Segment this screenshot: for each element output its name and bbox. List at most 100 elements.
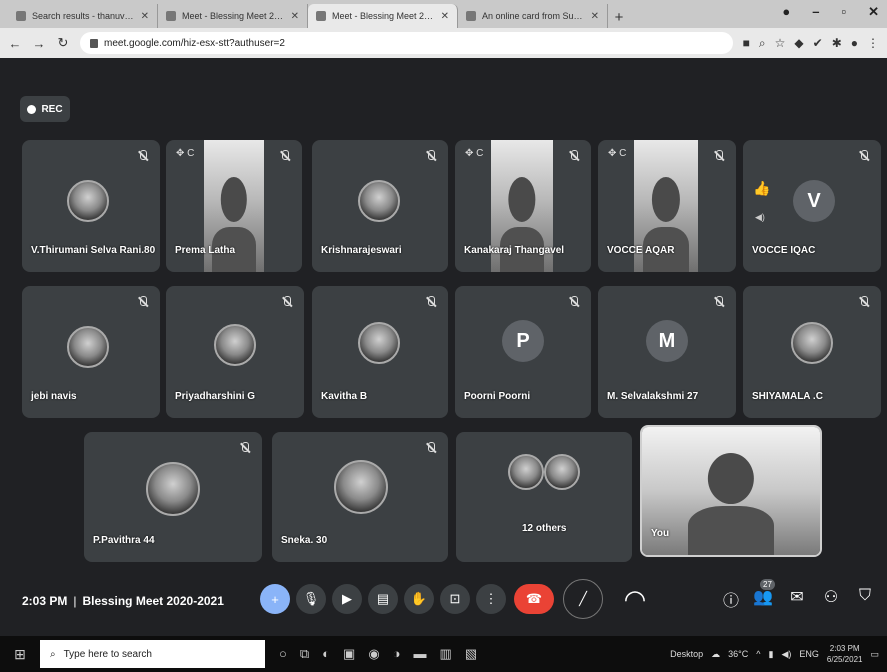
- close-icon[interactable]: ✕: [141, 11, 149, 22]
- avatar: [67, 180, 109, 222]
- participant-tile[interactable]: ✥ C Kanakaraj Thangavel: [455, 140, 591, 272]
- bookmark-icon[interactable]: ☆: [775, 36, 786, 51]
- participant-tile[interactable]: Sneka. 30: [272, 432, 448, 562]
- muted-mic-icon: [857, 295, 871, 309]
- muted-mic-icon: [424, 295, 438, 309]
- chevron-up-icon[interactable]: ^: [756, 649, 760, 659]
- add-button[interactable]: +: [260, 584, 290, 614]
- windows-start-icon[interactable]: ⊞: [0, 646, 40, 663]
- close-icon[interactable]: ✕: [291, 11, 299, 22]
- browser-tab[interactable]: Search results - thanuvathi daly ✕: [8, 4, 158, 28]
- minimize-button[interactable]: –: [812, 4, 819, 20]
- raise-hand-button[interactable]: ✋: [404, 584, 434, 614]
- browser-tab-active[interactable]: Meet - Blessing Meet 2020- ✕: [308, 4, 458, 28]
- participant-tile[interactable]: Krishnarajeswari: [312, 140, 448, 272]
- file-explorer-icon[interactable]: ▬: [414, 646, 427, 662]
- present-button[interactable]: ⊡: [440, 584, 470, 614]
- language-indicator[interactable]: ENG: [799, 649, 819, 659]
- shield-icon[interactable]: ◆: [794, 36, 803, 51]
- temperature[interactable]: 36°C: [728, 649, 748, 659]
- close-window-button[interactable]: ✕: [868, 4, 879, 20]
- activities-icon[interactable]: ⚇: [820, 587, 842, 607]
- effects-button[interactable]: ╱: [563, 579, 603, 619]
- avatar: M: [646, 320, 688, 362]
- app-icon[interactable]: ◑: [393, 646, 401, 662]
- tab-title: Meet - Blessing Meet 2020-: [332, 11, 435, 21]
- participant-name: Kavitha B: [321, 391, 368, 402]
- notification-icon[interactable]: ▭: [870, 649, 879, 660]
- desktop-label[interactable]: Desktop: [670, 649, 703, 659]
- participant-name: Kanakaraj Thangavel: [464, 245, 565, 256]
- participant-name: V.Thirumani Selva Rani.80: [31, 245, 156, 256]
- pin-icon[interactable]: ✥ C: [608, 148, 626, 159]
- url-field[interactable]: meet.google.com/hiz-esx-stt?authuser=2: [80, 32, 733, 54]
- app-icon[interactable]: ▧: [465, 646, 477, 662]
- tab-title: Search results - thanuvathi daly: [32, 11, 135, 21]
- chrome-icon[interactable]: ◉: [368, 646, 379, 662]
- zoom-icon[interactable]: ⌕: [759, 36, 766, 51]
- battery-icon[interactable]: ▮: [769, 649, 774, 660]
- participant-tile[interactable]: M M. Selvalakshmi 27: [598, 286, 736, 418]
- leave-call-button[interactable]: ☎: [514, 584, 554, 614]
- search-placeholder: Type here to search: [63, 648, 152, 660]
- muted-mic-icon: [857, 149, 871, 163]
- captions-button[interactable]: ▤: [368, 584, 398, 614]
- app-icon[interactable]: ▣: [343, 646, 355, 662]
- participant-tile[interactable]: Kavitha B: [312, 286, 448, 418]
- menu-icon[interactable]: ⋮: [867, 36, 879, 51]
- more-options-button[interactable]: ⋮: [476, 584, 506, 614]
- browser-tab[interactable]: An online card from Surya | Gre ✕: [458, 4, 608, 28]
- participant-name: jebi navis: [31, 391, 77, 402]
- others-tile[interactable]: 12 others: [456, 432, 632, 562]
- check-icon[interactable]: ✔: [813, 36, 823, 51]
- info-icon[interactable]: ⓘ: [720, 587, 742, 611]
- participant-tile[interactable]: ✥ C VOCCE AQAR: [598, 140, 736, 272]
- participant-tile[interactable]: V.Thirumani Selva Rani.80: [22, 140, 160, 272]
- self-view-tile[interactable]: ✥ ○ ••• You: [640, 425, 822, 557]
- clock[interactable]: 2:03 PM 6/25/2021: [827, 643, 863, 665]
- chat-icon[interactable]: ✉: [786, 587, 808, 607]
- account-icon[interactable]: ●: [851, 36, 858, 51]
- window-controls: ● – ▫ ✕: [782, 4, 879, 20]
- tab-title: An online card from Surya | Gre: [482, 11, 585, 21]
- profile-icon[interactable]: ●: [782, 4, 790, 20]
- puzzle-icon[interactable]: ✱: [832, 36, 842, 51]
- microphone-button[interactable]: 🎙: [296, 584, 326, 614]
- favicon-icon: [466, 11, 476, 21]
- app-icon[interactable]: ▥: [440, 646, 452, 662]
- maximize-button[interactable]: ▫: [841, 4, 846, 20]
- participant-tile[interactable]: ✥ C Prema Latha: [166, 140, 302, 272]
- muted-mic-icon: [136, 149, 150, 163]
- record-dot-icon: [27, 104, 37, 114]
- clock-date: 6/25/2021: [826, 655, 863, 664]
- close-icon[interactable]: ✕: [441, 11, 449, 22]
- pin-icon[interactable]: ✥ C: [465, 148, 483, 159]
- participant-tile[interactable]: P.Pavithra 44: [84, 432, 262, 562]
- search-icon: ⌕: [50, 648, 56, 660]
- camera-icon[interactable]: ■: [743, 36, 750, 51]
- participant-tile[interactable]: 👍 ◀) V VOCCE IQAC: [743, 140, 881, 272]
- pin-icon[interactable]: ✥ C: [176, 148, 194, 159]
- people-button[interactable]: 👥 27: [752, 579, 775, 607]
- camera-button[interactable]: ▶: [332, 584, 362, 614]
- close-icon[interactable]: ✕: [591, 11, 599, 22]
- speaker-icon: ◀): [755, 212, 765, 222]
- new-tab-button[interactable]: +: [608, 6, 630, 28]
- reload-button[interactable]: ↻: [56, 35, 70, 51]
- host-controls-icon[interactable]: ⛉: [854, 587, 876, 605]
- taskbar-search-input[interactable]: ⌕ Type here to search: [40, 640, 265, 668]
- participant-tile[interactable]: SHIYAMALA .C: [743, 286, 881, 418]
- cortana-icon[interactable]: ○: [279, 646, 287, 662]
- favicon-icon: [16, 11, 26, 21]
- forward-button[interactable]: →: [32, 36, 46, 51]
- participant-tile[interactable]: Priyadharshini G: [166, 286, 304, 418]
- browser-tab[interactable]: Meet - Blessing Meet 2021 ✕: [158, 4, 308, 28]
- volume-icon[interactable]: ◀): [781, 649, 791, 660]
- back-button[interactable]: ←: [8, 36, 22, 51]
- participant-tile[interactable]: jebi navis: [22, 286, 160, 418]
- participant-tile[interactable]: P Poorni Poorni: [455, 286, 591, 418]
- task-view-icon[interactable]: ⧉: [300, 646, 309, 662]
- tab-title: Meet - Blessing Meet 2021: [182, 11, 285, 21]
- edge-icon[interactable]: ◐: [322, 646, 330, 662]
- avatar: [334, 460, 388, 514]
